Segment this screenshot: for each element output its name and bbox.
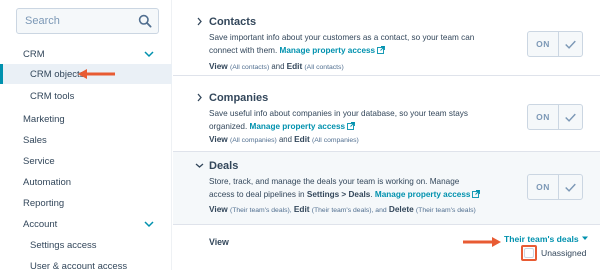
- sidebar-item-sales[interactable]: Sales: [0, 130, 172, 150]
- sidebar-item-user-account-access[interactable]: User & account access: [0, 256, 172, 270]
- object-toggle[interactable]: ON: [527, 104, 583, 130]
- unassigned-label: Unassigned: [541, 248, 587, 258]
- view-label: View: [209, 237, 229, 247]
- checkmark-icon: [558, 105, 576, 129]
- chevron-down-icon[interactable]: [195, 161, 204, 170]
- external-link-icon: [377, 46, 386, 54]
- toggle-state-label: ON: [536, 39, 550, 49]
- external-link-icon: [472, 190, 481, 198]
- annotation-highlight-box: [521, 245, 537, 261]
- sidebar-item-label: Service: [23, 156, 55, 167]
- search-icon[interactable]: [138, 14, 152, 28]
- sidebar-item-label: Marketing: [23, 114, 65, 125]
- sidebar-item-label: Reporting: [23, 198, 65, 209]
- section-companies: Companies Save useful info about compani…: [173, 76, 600, 152]
- view-permission-row: View Their team's deals Unassigned: [173, 225, 600, 270]
- sidebar-item-reporting[interactable]: Reporting: [0, 193, 172, 213]
- manage-property-access-link[interactable]: Manage property access: [250, 122, 346, 131]
- settings-sidebar: Search CRM CRM objects CRM tools Marketi…: [0, 0, 172, 270]
- manage-property-access-link[interactable]: Manage property access: [375, 190, 471, 199]
- sidebar-item-settings-access[interactable]: Settings access: [0, 235, 172, 255]
- sidebar-item-marketing[interactable]: Marketing: [0, 109, 172, 129]
- sidebar-item-label: User & account access: [30, 261, 128, 270]
- search-input[interactable]: Search: [16, 8, 159, 34]
- sidebar-item-label: CRM: [23, 49, 45, 60]
- external-link-icon: [347, 122, 356, 130]
- sidebar-item-label: CRM tools: [30, 91, 75, 102]
- section-title: Contacts: [209, 16, 257, 28]
- dropdown-value: Their team's deals: [504, 234, 579, 244]
- sidebar-item-automation[interactable]: Automation: [0, 172, 172, 192]
- section-description: Store, track, and manage the deals your …: [209, 175, 509, 201]
- permissions-summary: View (Their team's deals), Edit (Their t…: [209, 204, 476, 214]
- manage-property-access-link[interactable]: Manage property access: [280, 46, 376, 55]
- toggle-state-label: ON: [536, 182, 550, 192]
- annotation-arrow-icon: [463, 237, 501, 247]
- sidebar-item-label: Account: [23, 219, 58, 230]
- sidebar-item-label: CRM objects: [30, 69, 85, 80]
- sidebar-item-crm[interactable]: CRM: [0, 44, 172, 64]
- object-toggle[interactable]: ON: [527, 31, 583, 57]
- section-deals: Deals Store, track, and manage the deals…: [173, 152, 600, 225]
- chevron-down-icon: [144, 51, 154, 58]
- caret-down-icon: [581, 236, 588, 240]
- sidebar-item-crm-tools[interactable]: CRM tools: [0, 86, 172, 106]
- sidebar-item-label: Sales: [23, 135, 47, 146]
- section-contacts: Contacts Save important info about your …: [173, 0, 600, 76]
- search-placeholder: Search: [25, 15, 60, 27]
- checkmark-icon: [558, 175, 576, 199]
- section-title: Deals: [209, 160, 239, 172]
- sidebar-item-service[interactable]: Service: [0, 151, 172, 171]
- toggle-state-label: ON: [536, 112, 550, 122]
- sidebar-item-account[interactable]: Account: [0, 214, 172, 234]
- view-scope-dropdown[interactable]: Their team's deals: [504, 234, 588, 244]
- section-description: Save important info about your customers…: [209, 33, 475, 55]
- object-toggle[interactable]: ON: [527, 174, 583, 200]
- permissions-summary: View (All contacts) and Edit (All contac…: [209, 61, 344, 71]
- checkmark-icon: [558, 32, 576, 56]
- section-title: Companies: [209, 92, 269, 104]
- chevron-down-icon: [144, 221, 154, 228]
- permissions-summary: View (All companies) and Edit (All compa…: [209, 134, 359, 144]
- annotation-arrow-icon: [78, 69, 115, 79]
- crm-objects-panel: Contacts Save important info about your …: [173, 0, 600, 270]
- section-description: Save useful info about companies in your…: [209, 109, 468, 131]
- chevron-right-icon[interactable]: [195, 17, 204, 26]
- sidebar-item-label: Automation: [23, 177, 72, 188]
- chevron-right-icon[interactable]: [195, 93, 204, 102]
- sidebar-item-label: Settings access: [30, 240, 97, 251]
